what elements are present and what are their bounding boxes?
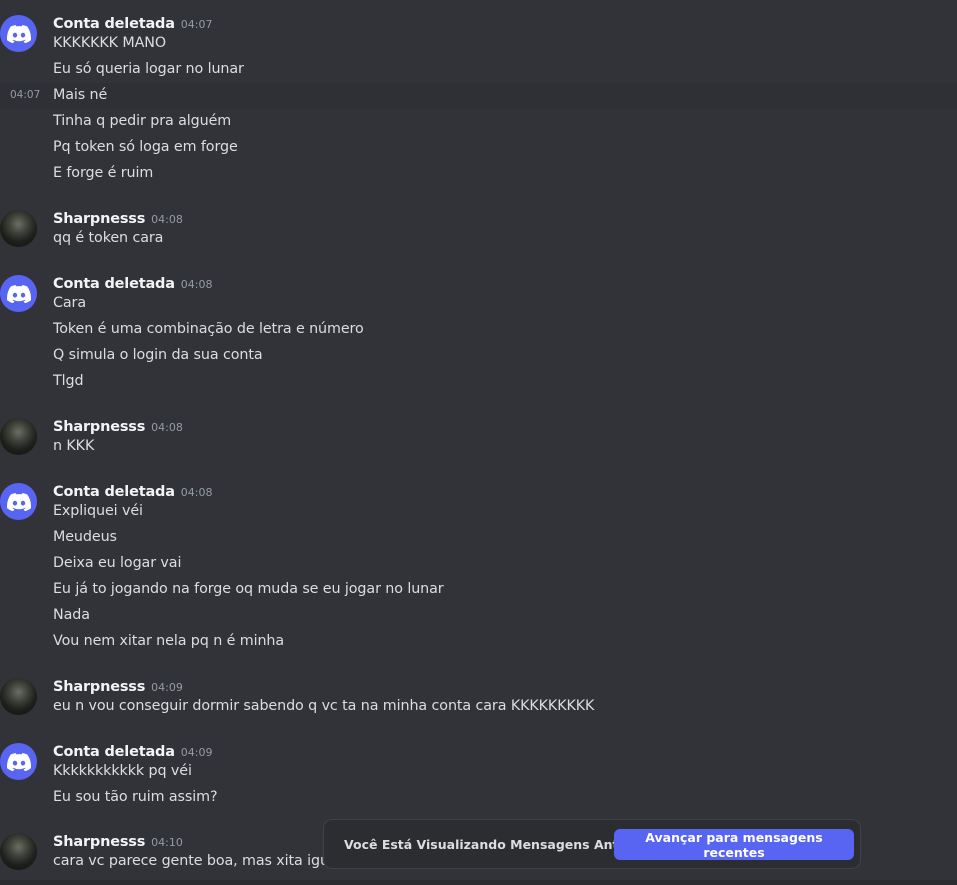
- message-text: Vou nem xitar nela pq n é minha: [53, 633, 285, 649]
- message-timestamp[interactable]: 04:07: [181, 18, 213, 31]
- message-text: Mais né: [53, 87, 108, 103]
- message-text: eu n vou conseguir dormir sabendo q vc t…: [53, 698, 595, 714]
- username[interactable]: Conta deletada: [53, 16, 175, 32]
- avatar[interactable]: [0, 275, 37, 312]
- discord-logo-icon: [6, 284, 31, 303]
- message-text: qq é token cara: [53, 230, 164, 246]
- message-text: Expliquei véi: [53, 503, 143, 519]
- message-text: E forge é ruim: [53, 165, 154, 181]
- username[interactable]: Sharpnesss: [53, 679, 145, 695]
- discord-logo-icon: [6, 492, 31, 511]
- message-header: Conta deletada 04:07: [53, 13, 213, 32]
- message-text: Tlgd: [53, 373, 84, 389]
- username[interactable]: Conta deletada: [53, 276, 175, 292]
- message-timestamp[interactable]: 04:09: [181, 746, 213, 759]
- message-text: Tinha q pedir pra alguém: [53, 113, 232, 129]
- avatar[interactable]: [0, 418, 37, 455]
- message-header: Sharpnesss 04:10: [53, 831, 183, 850]
- message-text: Pq token só loga em forge: [53, 139, 238, 155]
- message-timestamp[interactable]: 04:08: [151, 213, 183, 226]
- message-text: Eu só queria logar no lunar: [53, 61, 244, 77]
- message-text: Meudeus: [53, 529, 117, 545]
- message-text: Token é uma combinação de letra e número: [53, 321, 364, 337]
- avatar[interactable]: [0, 15, 37, 52]
- avatar[interactable]: [0, 833, 37, 870]
- message-text: Deixa eu logar vai: [53, 555, 182, 571]
- username[interactable]: Conta deletada: [53, 744, 175, 760]
- message-timestamp[interactable]: 04:08: [181, 486, 213, 499]
- message-hover-highlight: [0, 83, 957, 109]
- hover-timestamp: 04:07: [10, 89, 41, 101]
- message-text: Eu já to jogando na forge oq muda se eu …: [53, 581, 444, 597]
- message-timestamp[interactable]: 04:08: [181, 278, 213, 291]
- message-text: Q simula o login da sua conta: [53, 347, 263, 363]
- message-header: Conta deletada 04:08: [53, 273, 213, 292]
- message-header: Sharpnesss 04:09: [53, 676, 183, 695]
- discord-logo-icon: [6, 24, 31, 43]
- message-timestamp[interactable]: 04:10: [151, 836, 183, 849]
- old-messages-notice: Você Está Visualizando Mensagens Antigas: [344, 837, 648, 852]
- message-text: Kkkkkkkkkkk pq véi: [53, 763, 192, 779]
- username[interactable]: Sharpnesss: [53, 834, 145, 850]
- message-header: Sharpnesss 04:08: [53, 416, 183, 435]
- message-text: Cara: [53, 295, 86, 311]
- avatar[interactable]: [0, 210, 37, 247]
- avatar[interactable]: [0, 678, 37, 715]
- chat-message-list[interactable]: 04:07 Conta deletada 04:07 KKKKKKK MANO E…: [0, 0, 957, 885]
- message-text: KKKKKKK MANO: [53, 35, 167, 51]
- username[interactable]: Sharpnesss: [53, 211, 145, 227]
- message-header: Conta deletada 04:08: [53, 481, 213, 500]
- message-timestamp[interactable]: 04:08: [151, 421, 183, 434]
- discord-logo-icon: [6, 752, 31, 771]
- jump-to-present-button[interactable]: Avançar para mensagens recentes: [614, 829, 854, 860]
- old-messages-banner: Você Está Visualizando Mensagens Antigas…: [323, 819, 861, 869]
- message-timestamp[interactable]: 04:09: [151, 681, 183, 694]
- avatar[interactable]: [0, 743, 37, 780]
- username[interactable]: Sharpnesss: [53, 419, 145, 435]
- username[interactable]: Conta deletada: [53, 484, 175, 500]
- avatar[interactable]: [0, 483, 37, 520]
- divider: [0, 880, 957, 885]
- message-header: Sharpnesss 04:08: [53, 208, 183, 227]
- message-text: n KKK: [53, 438, 95, 454]
- message-header: Conta deletada 04:09: [53, 741, 213, 760]
- message-text: Eu sou tão ruim assim?: [53, 789, 218, 805]
- message-text: Nada: [53, 607, 90, 623]
